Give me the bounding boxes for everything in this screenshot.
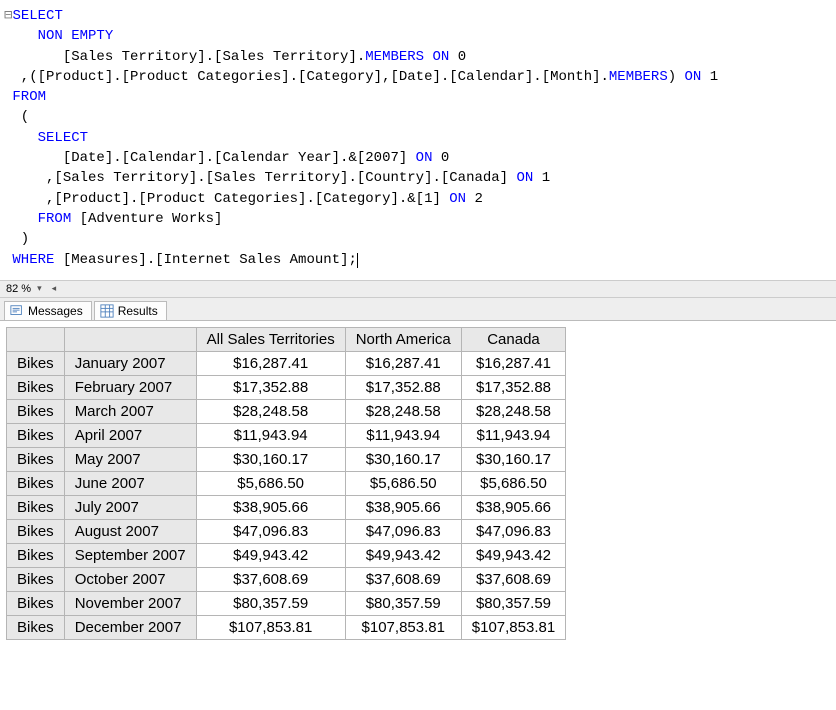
table-row[interactable]: BikesSeptember 2007$49,943.42$49,943.42$… — [7, 543, 566, 567]
table-cell[interactable]: $28,248.58 — [461, 399, 565, 423]
row-header[interactable]: Bikes — [7, 591, 65, 615]
table-cell[interactable]: $49,943.42 — [461, 543, 565, 567]
scroll-left-icon[interactable]: ◂ — [52, 283, 57, 294]
table-row[interactable]: BikesNovember 2007$80,357.59$80,357.59$8… — [7, 591, 566, 615]
table-row[interactable]: BikesJune 2007$5,686.50$5,686.50$5,686.5… — [7, 471, 566, 495]
table-cell[interactable]: $30,160.17 — [196, 447, 345, 471]
row-header[interactable]: Bikes — [7, 543, 65, 567]
result-tabs: Messages Results — [0, 298, 836, 321]
row-header[interactable]: January 2007 — [64, 351, 196, 375]
row-header[interactable]: Bikes — [7, 375, 65, 399]
zoom-bar: 82 % ▾ ◂ — [0, 280, 836, 298]
column-header[interactable]: North America — [345, 327, 461, 351]
table-cell[interactable]: $38,905.66 — [461, 495, 565, 519]
table-corner — [64, 327, 196, 351]
table-row[interactable]: BikesOctober 2007$37,608.69$37,608.69$37… — [7, 567, 566, 591]
table-cell[interactable]: $16,287.41 — [461, 351, 565, 375]
row-header[interactable]: Bikes — [7, 471, 65, 495]
table-corner — [7, 327, 65, 351]
table-cell[interactable]: $80,357.59 — [196, 591, 345, 615]
row-header[interactable]: April 2007 — [64, 423, 196, 447]
table-cell[interactable]: $17,352.88 — [461, 375, 565, 399]
row-header[interactable]: December 2007 — [64, 615, 196, 639]
table-row[interactable]: BikesMay 2007$30,160.17$30,160.17$30,160… — [7, 447, 566, 471]
row-header[interactable]: August 2007 — [64, 519, 196, 543]
row-header[interactable]: November 2007 — [64, 591, 196, 615]
table-cell[interactable]: $37,608.69 — [461, 567, 565, 591]
table-row[interactable]: BikesJuly 2007$38,905.66$38,905.66$38,90… — [7, 495, 566, 519]
table-cell[interactable]: $30,160.17 — [345, 447, 461, 471]
row-header[interactable]: Bikes — [7, 447, 65, 471]
table-cell[interactable]: $16,287.41 — [345, 351, 461, 375]
table-cell[interactable]: $11,943.94 — [196, 423, 345, 447]
table-cell[interactable]: $38,905.66 — [345, 495, 461, 519]
tab-messages[interactable]: Messages — [4, 301, 92, 320]
table-cell[interactable]: $28,248.58 — [196, 399, 345, 423]
table-cell[interactable]: $16,287.41 — [196, 351, 345, 375]
table-cell[interactable]: $107,853.81 — [196, 615, 345, 639]
table-cell[interactable]: $17,352.88 — [345, 375, 461, 399]
table-cell[interactable]: $38,905.66 — [196, 495, 345, 519]
table-cell[interactable]: $5,686.50 — [196, 471, 345, 495]
row-header[interactable]: Bikes — [7, 519, 65, 543]
results-table[interactable]: All Sales TerritoriesNorth AmericaCanada… — [6, 327, 566, 640]
row-header[interactable]: July 2007 — [64, 495, 196, 519]
table-cell[interactable]: $49,943.42 — [345, 543, 461, 567]
table-cell[interactable]: $28,248.58 — [345, 399, 461, 423]
table-cell[interactable]: $17,352.88 — [196, 375, 345, 399]
table-cell[interactable]: $37,608.69 — [196, 567, 345, 591]
row-header[interactable]: October 2007 — [64, 567, 196, 591]
row-header[interactable]: Bikes — [7, 423, 65, 447]
results-pane: All Sales TerritoriesNorth AmericaCanada… — [0, 321, 836, 646]
code-editor[interactable]: ⊟SELECT NON EMPTY [Sales Territory].[Sal… — [0, 0, 836, 280]
row-header[interactable]: March 2007 — [64, 399, 196, 423]
row-header[interactable]: Bikes — [7, 399, 65, 423]
table-cell[interactable]: $11,943.94 — [461, 423, 565, 447]
tab-messages-label: Messages — [28, 304, 83, 318]
table-cell[interactable]: $49,943.42 — [196, 543, 345, 567]
zoom-value[interactable]: 82 % — [6, 283, 31, 295]
row-header[interactable]: Bikes — [7, 495, 65, 519]
row-header[interactable]: Bikes — [7, 351, 65, 375]
table-cell[interactable]: $107,853.81 — [461, 615, 565, 639]
table-cell[interactable]: $37,608.69 — [345, 567, 461, 591]
table-row[interactable]: BikesJanuary 2007$16,287.41$16,287.41$16… — [7, 351, 566, 375]
table-cell[interactable]: $11,943.94 — [345, 423, 461, 447]
table-cell[interactable]: $30,160.17 — [461, 447, 565, 471]
row-header[interactable]: May 2007 — [64, 447, 196, 471]
table-cell[interactable]: $80,357.59 — [345, 591, 461, 615]
text-cursor — [357, 253, 358, 268]
zoom-dropdown-icon[interactable]: ▾ — [37, 283, 42, 294]
table-cell[interactable]: $47,096.83 — [196, 519, 345, 543]
table-row[interactable]: BikesApril 2007$11,943.94$11,943.94$11,9… — [7, 423, 566, 447]
results-icon — [100, 304, 114, 318]
table-cell[interactable]: $107,853.81 — [345, 615, 461, 639]
column-header[interactable]: Canada — [461, 327, 565, 351]
table-row[interactable]: BikesAugust 2007$47,096.83$47,096.83$47,… — [7, 519, 566, 543]
row-header[interactable]: Bikes — [7, 567, 65, 591]
table-row[interactable]: BikesDecember 2007$107,853.81$107,853.81… — [7, 615, 566, 639]
table-cell[interactable]: $5,686.50 — [345, 471, 461, 495]
table-row[interactable]: BikesFebruary 2007$17,352.88$17,352.88$1… — [7, 375, 566, 399]
row-header[interactable]: February 2007 — [64, 375, 196, 399]
row-header[interactable]: June 2007 — [64, 471, 196, 495]
tab-results[interactable]: Results — [94, 301, 167, 320]
table-row[interactable]: BikesMarch 2007$28,248.58$28,248.58$28,2… — [7, 399, 566, 423]
table-cell[interactable]: $5,686.50 — [461, 471, 565, 495]
table-cell[interactable]: $47,096.83 — [461, 519, 565, 543]
row-header[interactable]: Bikes — [7, 615, 65, 639]
row-header[interactable]: September 2007 — [64, 543, 196, 567]
messages-icon — [10, 304, 24, 318]
tab-results-label: Results — [118, 304, 158, 318]
table-cell[interactable]: $47,096.83 — [345, 519, 461, 543]
table-cell[interactable]: $80,357.59 — [461, 591, 565, 615]
column-header[interactable]: All Sales Territories — [196, 327, 345, 351]
